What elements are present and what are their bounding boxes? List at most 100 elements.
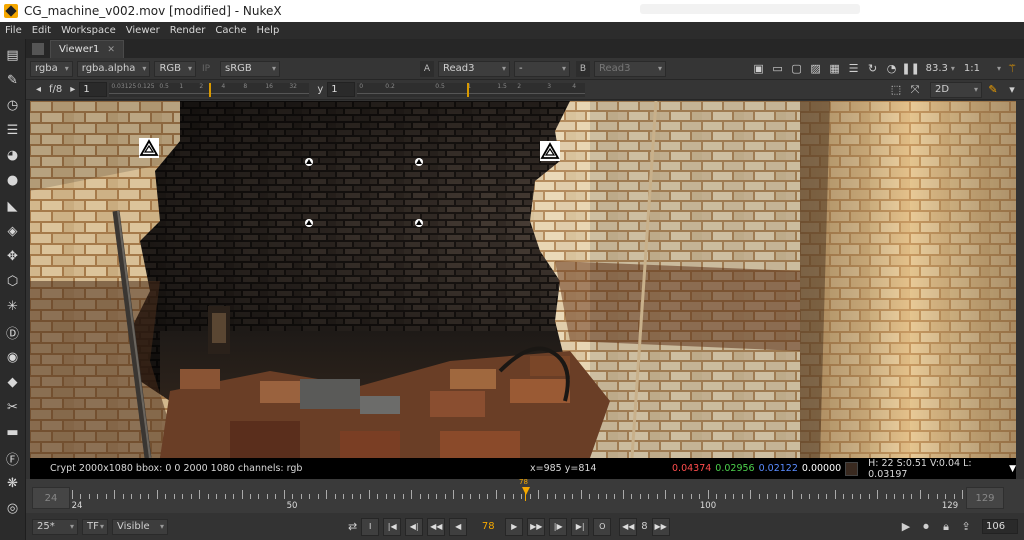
transform-icon[interactable]: ✥ — [3, 247, 23, 267]
menu-cache[interactable]: Cache — [210, 25, 251, 36]
3d-icon[interactable]: ⬡ — [3, 272, 23, 292]
zoom-dropdown[interactable]: ▾ — [951, 64, 955, 73]
play-backward-button[interactable]: ◀ — [449, 517, 468, 536]
menu-viewer[interactable]: Viewer — [121, 25, 165, 36]
view-mode-dropdown[interactable]: 2D — [930, 81, 982, 98]
prev-frame-button[interactable]: ◀◀ — [427, 517, 446, 536]
timeline-end-frame[interactable]: 129 — [966, 487, 1004, 509]
skip-forward-button[interactable]: ▶▶ — [651, 517, 670, 536]
channel-icon[interactable]: ☰ — [3, 121, 23, 141]
viewer-toolbar: rgba rgba.alpha RGB IP sRGB A Read3 - B … — [26, 58, 1024, 80]
prev-keyframe-button[interactable]: ◀| — [405, 517, 424, 536]
first-frame-button[interactable]: |◀ — [383, 517, 402, 536]
views-icon[interactable]: ◉ — [3, 347, 23, 367]
timeline-ruler[interactable] — [72, 489, 963, 499]
next-fstop-icon[interactable]: ▸ — [70, 84, 75, 95]
deep-icon[interactable]: Ⓓ — [3, 322, 23, 342]
tracker-marker-icon[interactable] — [540, 141, 560, 161]
menu-help[interactable]: Help — [252, 25, 285, 36]
gain-slider-knob[interactable] — [209, 82, 212, 97]
time-icon[interactable]: ◷ — [3, 95, 23, 115]
ocula-icon[interactable]: ◎ — [3, 498, 23, 518]
wipe-mode-dropdown[interactable]: - — [514, 60, 570, 77]
info-expand-icon[interactable]: ▼ — [1009, 464, 1016, 474]
menu-workspace[interactable]: Workspace — [56, 25, 121, 36]
range-dropdown[interactable]: Visible — [112, 518, 168, 535]
next-frame-button[interactable]: ▶▶ — [527, 517, 546, 536]
merge-icon[interactable]: ◈ — [3, 221, 23, 241]
brush-icon[interactable]: ✎ — [985, 82, 1001, 98]
menu-file[interactable]: File — [0, 25, 27, 36]
flipbook-icon[interactable]: ▶ — [898, 519, 914, 535]
tracker-marker-icon[interactable] — [139, 138, 159, 158]
image-icon[interactable]: ▤ — [3, 45, 23, 65]
skip-increment[interactable]: 8 — [641, 521, 647, 532]
out-point-button[interactable]: O — [593, 517, 612, 536]
tracker-point-icon[interactable] — [305, 219, 313, 227]
playhead[interactable]: 78 — [519, 478, 531, 509]
more-icon[interactable]: ▾ — [1004, 82, 1020, 98]
timeline-start-frame[interactable]: 24 — [32, 487, 70, 509]
downscale-icon[interactable]: ▢ — [789, 61, 805, 77]
gamma-slider[interactable]: 0 0.2 0.5 1 1.5 2 3 4 — [357, 82, 586, 97]
input-process-toggle[interactable]: IP — [202, 61, 216, 77]
color-icon[interactable]: ◕ — [3, 146, 23, 166]
gain-field[interactable]: 1 — [79, 82, 108, 97]
in-point-button[interactable]: I — [361, 517, 380, 536]
ruler-tick — [436, 494, 438, 499]
gain-slider[interactable]: 0.03125 0.125 0.5 1 2 4 8 16 32 — [109, 82, 310, 97]
viewer-canvas[interactable] — [30, 101, 1016, 458]
proxy-icon[interactable]: ▭ — [770, 61, 786, 77]
lock-icon[interactable]: ◔ — [884, 61, 900, 77]
record-icon[interactable]: ⏺ — [918, 519, 934, 535]
timecode-dropdown[interactable]: TF — [82, 518, 108, 535]
menu-edit[interactable]: Edit — [27, 25, 56, 36]
draw-icon[interactable]: ✎ — [3, 70, 23, 90]
toolsets-icon[interactable]: ✂ — [3, 398, 23, 418]
colorspace-dropdown[interactable]: sRGB — [220, 60, 280, 77]
metadata-icon[interactable]: ◆ — [3, 372, 23, 392]
keyer-icon[interactable]: ◣ — [3, 196, 23, 216]
tracker-point-icon[interactable] — [305, 158, 313, 166]
fps-dropdown[interactable]: 25* — [32, 518, 78, 535]
tracker-point-icon[interactable] — [415, 219, 423, 227]
b-input-dropdown[interactable]: Read3 — [594, 60, 666, 77]
next-keyframe-button[interactable]: |▶ — [549, 517, 568, 536]
roi-icon[interactable]: ▣ — [751, 61, 767, 77]
clipping-warning-icon[interactable]: ▨ — [808, 61, 824, 77]
export-icon[interactable]: ⇪ — [958, 519, 974, 535]
overlay-icon[interactable]: ▦ — [827, 61, 843, 77]
cache-lock-icon[interactable]: 🔒︎ — [938, 519, 954, 535]
pause-icon[interactable]: ❚❚ — [901, 61, 919, 77]
tracker-point-icon[interactable] — [415, 158, 423, 166]
channels-dropdown[interactable]: rgba — [30, 60, 73, 77]
menu-render[interactable]: Render — [165, 25, 211, 36]
pane-grip-icon[interactable] — [32, 43, 44, 55]
furnace-icon[interactable]: Ⓕ — [3, 448, 23, 468]
refresh-icon[interactable]: ↻ — [865, 61, 881, 77]
end-frame-field[interactable]: 106 — [982, 519, 1018, 534]
loop-icon[interactable]: ⇄ — [348, 520, 357, 533]
particles-icon[interactable]: ✳ — [3, 297, 23, 317]
filter-icon[interactable]: ● — [3, 171, 23, 191]
transform-handle-icon[interactable]: ⤧ — [907, 82, 923, 98]
prev-fstop-icon[interactable]: ◂ — [36, 84, 41, 95]
current-frame[interactable]: 78 — [475, 521, 501, 532]
last-frame-button[interactable]: ▶| — [571, 517, 590, 536]
tab-viewer1[interactable]: Viewer1 ✕ — [50, 40, 124, 58]
pixel-ratio-dropdown[interactable]: ▾ — [997, 64, 1001, 73]
a-input-dropdown[interactable]: Read3 — [438, 60, 510, 77]
cara-icon[interactable]: ❋ — [3, 473, 23, 493]
display-channel-dropdown[interactable]: RGB — [154, 60, 196, 77]
skip-back-button[interactable]: ◀◀ — [619, 517, 638, 536]
play-forward-button[interactable]: ▶ — [505, 517, 524, 536]
region-select-icon[interactable]: ⬚ — [888, 82, 904, 98]
wand-icon[interactable]: ⚚ — [1004, 61, 1020, 77]
other-icon[interactable]: ▬ — [3, 423, 23, 443]
lut-icon[interactable]: ☰ — [846, 61, 862, 77]
close-icon[interactable]: ✕ — [107, 45, 115, 55]
gamma-slider-knob[interactable] — [467, 82, 470, 97]
gamma-field[interactable]: 1 — [327, 82, 356, 97]
alpha-dropdown[interactable]: rgba.alpha — [76, 60, 151, 77]
ruler-tick — [580, 490, 582, 499]
